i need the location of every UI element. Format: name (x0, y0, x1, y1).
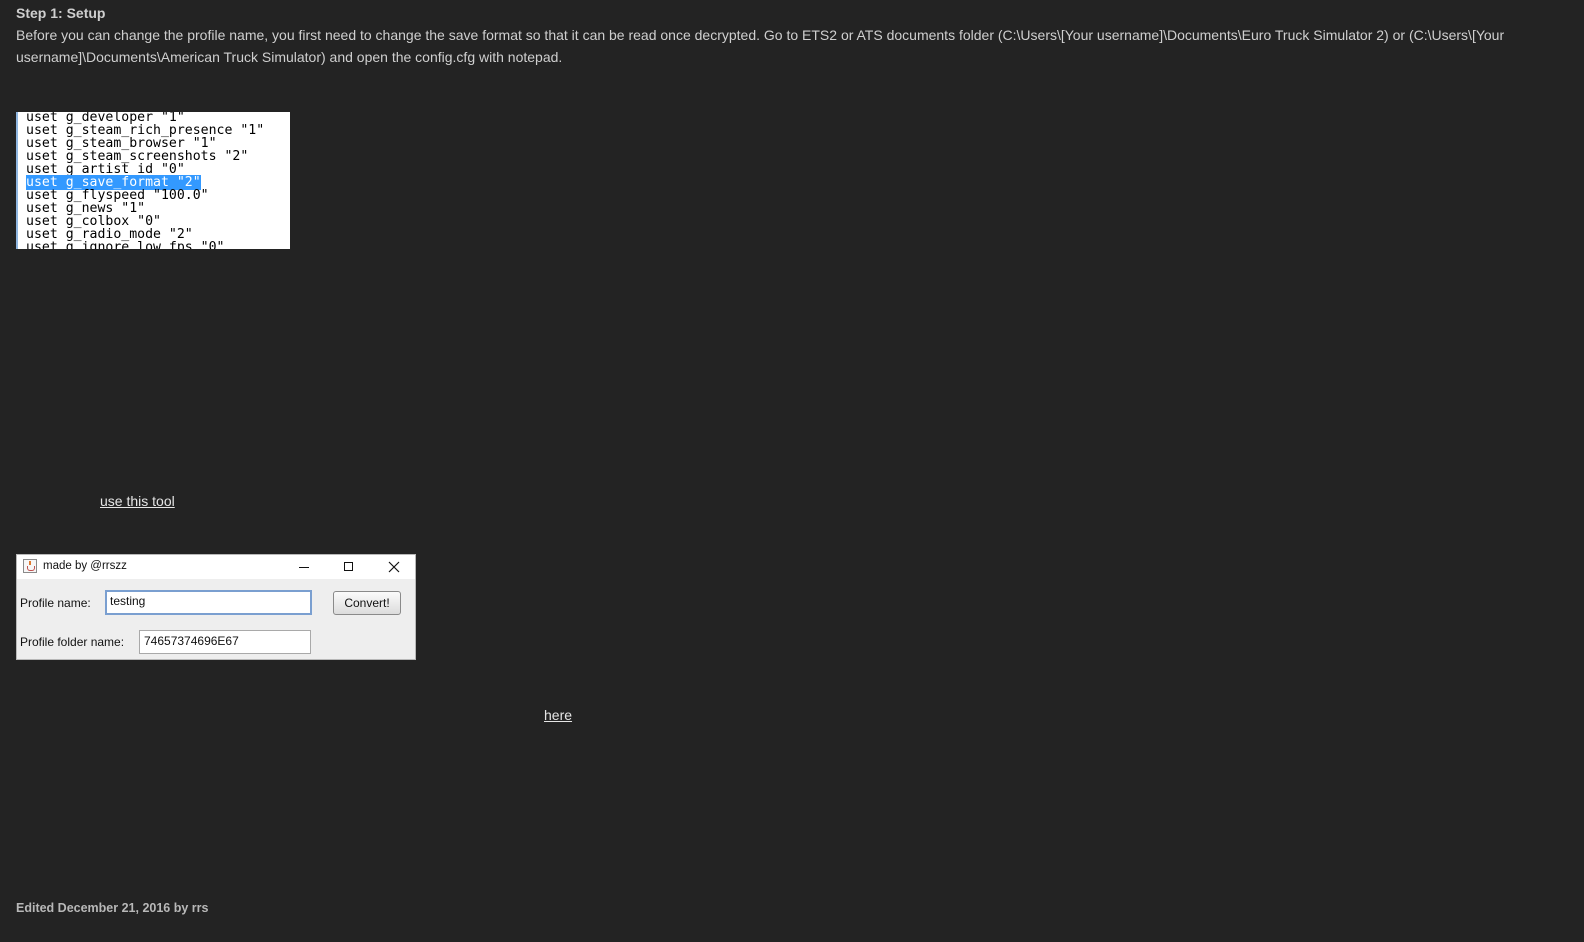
faded-paragraph-1 (16, 272, 916, 294)
closing-note-faded (16, 878, 686, 900)
java-app-icon (23, 559, 37, 573)
close-icon[interactable] (371, 555, 417, 579)
step3-heading-faded (16, 468, 236, 490)
maximize-icon[interactable] (326, 555, 372, 579)
step3-link-line: use this tool (100, 490, 300, 512)
window-title: made by @rrszz (43, 560, 127, 572)
use-this-tool-link[interactable]: use this tool (100, 493, 175, 509)
profile-folder-name-label: Profile folder name: (20, 635, 125, 649)
download-here-link[interactable]: here (544, 707, 572, 723)
config-file-snippet: uset g_developer "1" uset g_steam_rich_pr… (16, 112, 290, 249)
profile-converter-window: made by @rrszz Profile name: testing Con… (16, 554, 416, 660)
edited-note: Edited December 21, 2016 by rrs (16, 901, 209, 915)
step4-link-line: here (544, 704, 644, 726)
step5-body-faded (16, 834, 1296, 856)
step1-heading: Step 1: Setup (16, 5, 106, 21)
step2-body-faded (16, 382, 1556, 448)
config-line: uset g_ignore_low_fps "0" (18, 241, 290, 249)
step1-body: Before you can change the profile name, … (16, 27, 1505, 65)
step5-heading-faded (16, 812, 126, 834)
step2-heading-faded (16, 360, 226, 382)
profile-name-label: Profile name: (20, 596, 91, 610)
minimize-icon[interactable] (281, 555, 327, 579)
config-line-text: uset g_ignore_low_fps "0" (26, 240, 225, 249)
profile-name-input[interactable]: testing (105, 590, 312, 615)
convert-button[interactable]: Convert! (333, 591, 401, 615)
step1-faded-instruction (16, 90, 776, 112)
window-title-bar: made by @rrszz (17, 555, 415, 579)
profile-folder-name-field[interactable]: 74657374696E67 (139, 630, 311, 654)
step4-body-faded (16, 748, 1556, 792)
step4-heading-faded (16, 682, 316, 704)
faded-paragraph-2 (16, 316, 556, 338)
